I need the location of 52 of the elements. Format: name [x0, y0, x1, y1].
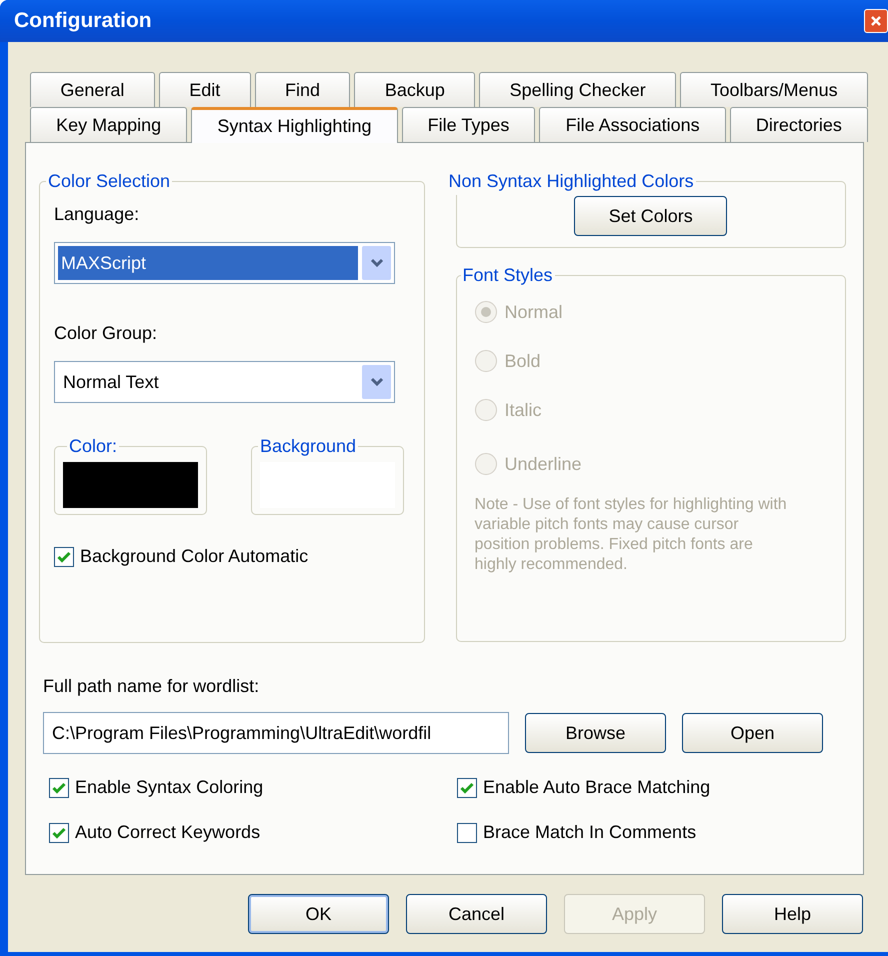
dialog-button[interactable]: Cancel: [406, 894, 547, 934]
checkbox-label: Background Color Automatic: [80, 545, 308, 568]
checkbox-label: Enable Auto Brace Matching: [483, 776, 710, 799]
checkbox[interactable]: [457, 778, 477, 798]
dialog-button[interactable]: OK: [248, 894, 389, 934]
checkbox[interactable]: [54, 546, 74, 566]
tab[interactable]: Find: [254, 72, 350, 107]
radio-label: Normal: [504, 300, 563, 324]
close-icon: [870, 15, 882, 27]
radio-label: Bold: [504, 350, 541, 372]
radio-label: Underline: [504, 452, 582, 476]
tab[interactable]: Backup: [354, 72, 476, 107]
tab[interactable]: Edit: [158, 72, 251, 107]
check-icon: [460, 782, 474, 794]
check-icon: [57, 550, 71, 562]
tab[interactable]: Toolbars/Menus: [680, 72, 868, 107]
check-icon: [52, 826, 66, 838]
field-label: Full path name for wordlist:: [43, 675, 260, 698]
dropdown[interactable]: Normal Text: [54, 361, 395, 403]
tab[interactable]: Spelling Checker: [479, 72, 676, 107]
window-title: Configuration: [14, 8, 153, 34]
check-icon: [52, 782, 66, 794]
dialog-button[interactable]: Open: [682, 713, 823, 753]
tab[interactable]: General: [30, 72, 155, 107]
tab[interactable]: Syntax Highlighting: [191, 107, 398, 143]
dialog-button[interactable]: Browse: [525, 713, 666, 753]
group-label: Color Selection: [47, 170, 172, 193]
checkbox[interactable]: [49, 778, 69, 798]
note-text: Note - Use of font styles for highlighting with variable pitch fonts may cause cursor position problems. Fixed pitch fonts are highly recommended.: [474, 495, 788, 575]
close-button[interactable]: [864, 9, 888, 33]
set-colors-button[interactable]: Set Colors: [574, 196, 728, 236]
dropdown-value: Normal Text: [62, 370, 160, 394]
checkbox[interactable]: [457, 822, 477, 842]
field-label: Color Group:: [54, 322, 158, 345]
tab[interactable]: Directories: [730, 107, 868, 142]
checkbox[interactable]: [49, 822, 69, 842]
checkbox-label: Auto Correct Keywords: [75, 821, 260, 844]
group-label: Background: [259, 435, 358, 458]
dropdown-value: MAXScript: [58, 246, 358, 280]
dialog-button[interactable]: Help: [722, 894, 863, 934]
checkbox-label: Brace Match In Comments: [483, 821, 696, 844]
radio-label: Italic: [504, 398, 542, 422]
tab[interactable]: File Types: [402, 107, 536, 142]
group-label: Non Syntax Highlighted Colors: [448, 170, 695, 193]
tab[interactable]: File Associations: [539, 107, 726, 142]
group-label: Color:: [68, 435, 118, 458]
field-label: Language:: [54, 203, 140, 226]
checkbox-label: Enable Syntax Coloring: [75, 776, 264, 799]
tab[interactable]: Key Mapping: [30, 107, 188, 142]
dropdown[interactable]: MAXScript: [54, 242, 395, 284]
group-label: Font Styles: [462, 264, 554, 287]
path-field[interactable]: C:\Program Files\Programming\UltraEdit\wordfil: [43, 712, 509, 754]
